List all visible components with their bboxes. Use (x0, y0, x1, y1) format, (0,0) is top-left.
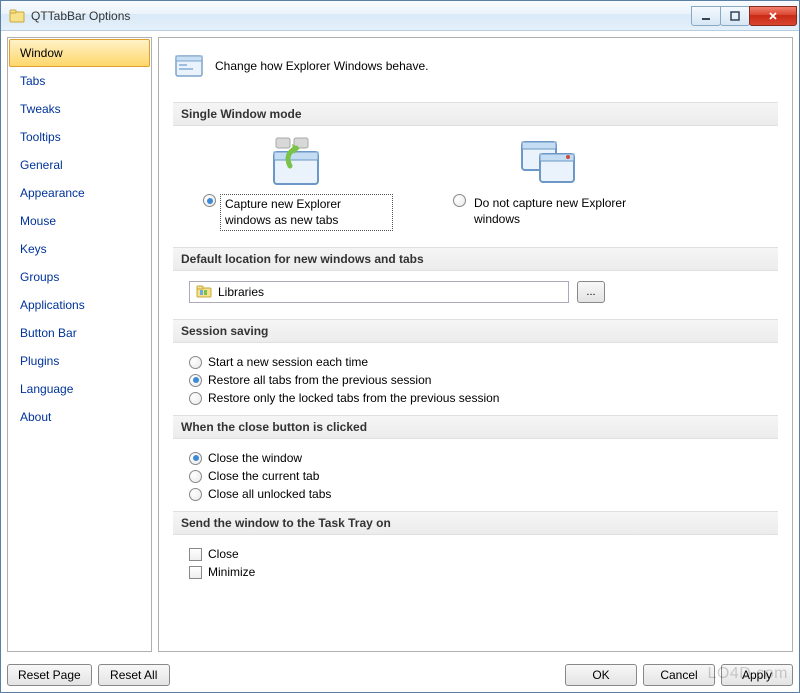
single-window-options: Capture new Explorer windows as new tabs (173, 136, 778, 231)
sidebar-item-applications[interactable]: Applications (9, 291, 150, 319)
check-label: Minimize (208, 565, 255, 579)
reset-all-button[interactable]: Reset All (98, 664, 170, 686)
sidebar-item-label: General (20, 158, 63, 172)
sidebar-item-tooltips[interactable]: Tooltips (9, 123, 150, 151)
app-icon (9, 8, 25, 24)
sidebar-item-window[interactable]: Window (9, 39, 150, 67)
sidebar-item-plugins[interactable]: Plugins (9, 347, 150, 375)
apply-button[interactable]: Apply (721, 664, 793, 686)
option-no-capture[interactable]: Do not capture new Explorer windows (453, 136, 643, 231)
radio-close-window[interactable]: Close the window (189, 449, 762, 467)
radio-label: Close the window (208, 451, 302, 465)
check-tray-minimize[interactable]: Minimize (189, 563, 762, 581)
default-location-field[interactable]: Libraries (189, 281, 569, 303)
check-tray-close[interactable]: Close (189, 545, 762, 563)
sidebar-item-label: Keys (20, 242, 47, 256)
maximize-button[interactable] (720, 6, 750, 26)
sidebar-item-label: Tweaks (20, 102, 61, 116)
radio-label: Close the current tab (208, 469, 319, 483)
no-capture-icon (516, 136, 580, 188)
sidebar-item-button-bar[interactable]: Button Bar (9, 319, 150, 347)
window-title: QTTabBar Options (31, 9, 692, 23)
section-task-tray-title: Send the window to the Task Tray on (173, 511, 778, 535)
sidebar-item-label: Applications (20, 298, 85, 312)
section-session-saving-title: Session saving (173, 319, 778, 343)
task-tray-options: Close Minimize (173, 545, 778, 581)
page-header: Change how Explorer Windows behave. (173, 50, 778, 82)
main-panel: Change how Explorer Windows behave. Sing… (158, 37, 793, 652)
sidebar-item-tabs[interactable]: Tabs (9, 67, 150, 95)
radio-restore-all[interactable]: Restore all tabs from the previous sessi… (189, 371, 762, 389)
radio-label: Start a new session each time (208, 355, 368, 369)
sidebar-item-label: Button Bar (20, 326, 77, 340)
sidebar-item-label: About (20, 410, 51, 424)
minimize-button[interactable] (691, 6, 721, 26)
sidebar-item-about[interactable]: About (9, 403, 150, 431)
sidebar: Window Tabs Tweaks Tooltips General Appe… (7, 37, 152, 652)
sidebar-item-label: Plugins (20, 354, 59, 368)
radio-new-session[interactable]: Start a new session each time (189, 353, 762, 371)
radio-icon (189, 356, 202, 369)
section-default-location-title: Default location for new windows and tab… (173, 247, 778, 271)
sidebar-item-appearance[interactable]: Appearance (9, 179, 150, 207)
sidebar-item-tweaks[interactable]: Tweaks (9, 95, 150, 123)
radio-icon (189, 470, 202, 483)
sidebar-item-label: Tooltips (20, 130, 61, 144)
close-button[interactable] (749, 6, 797, 26)
browse-button[interactable]: ... (577, 281, 605, 303)
section-close-button-title: When the close button is clicked (173, 415, 778, 439)
radio-label: Restore all tabs from the previous sessi… (208, 373, 431, 387)
session-saving-options: Start a new session each time Restore al… (173, 353, 778, 407)
radio-close-unlocked[interactable]: Close all unlocked tabs (189, 485, 762, 503)
sidebar-item-label: Window (20, 46, 63, 60)
titlebar[interactable]: QTTabBar Options (1, 1, 799, 31)
window-buttons (692, 6, 797, 26)
default-location-value: Libraries (218, 285, 264, 299)
sidebar-item-mouse[interactable]: Mouse (9, 207, 150, 235)
default-location-row: Libraries ... (173, 281, 778, 303)
section-single-window-title: Single Window mode (173, 102, 778, 126)
close-button-options: Close the window Close the current tab C… (173, 449, 778, 503)
sidebar-item-label: Language (20, 382, 73, 396)
radio-icon (189, 452, 202, 465)
cancel-button[interactable]: Cancel (643, 664, 715, 686)
window-behave-icon (173, 50, 205, 82)
reset-page-button[interactable]: Reset Page (7, 664, 92, 686)
radio-capture[interactable] (203, 194, 216, 207)
sidebar-item-label: Groups (20, 270, 59, 284)
options-window: QTTabBar Options Window Tabs Tweaks Tool… (0, 0, 800, 693)
radio-restore-locked[interactable]: Restore only the locked tabs from the pr… (189, 389, 762, 407)
radio-icon (189, 392, 202, 405)
ok-button[interactable]: OK (565, 664, 637, 686)
page-header-text: Change how Explorer Windows behave. (215, 59, 428, 73)
sidebar-item-language[interactable]: Language (9, 375, 150, 403)
sidebar-item-general[interactable]: General (9, 151, 150, 179)
option-capture-label: Capture new Explorer windows as new tabs (220, 194, 393, 231)
radio-label: Restore only the locked tabs from the pr… (208, 391, 499, 405)
libraries-icon (196, 284, 212, 301)
option-capture[interactable]: Capture new Explorer windows as new tabs (203, 136, 393, 231)
option-no-capture-label: Do not capture new Explorer windows (470, 194, 643, 229)
sidebar-item-keys[interactable]: Keys (9, 235, 150, 263)
sidebar-item-label: Appearance (20, 186, 85, 200)
sidebar-item-groups[interactable]: Groups (9, 263, 150, 291)
sidebar-item-label: Tabs (20, 74, 45, 88)
radio-icon (189, 374, 202, 387)
radio-close-current-tab[interactable]: Close the current tab (189, 467, 762, 485)
radio-no-capture[interactable] (453, 194, 466, 207)
check-label: Close (208, 547, 239, 561)
radio-label: Close all unlocked tabs (208, 487, 331, 501)
content-area: Window Tabs Tweaks Tooltips General Appe… (1, 31, 799, 658)
checkbox-icon (189, 566, 202, 579)
checkbox-icon (189, 548, 202, 561)
radio-icon (189, 488, 202, 501)
footer: Reset Page Reset All OK Cancel Apply (1, 658, 799, 692)
sidebar-item-label: Mouse (20, 214, 56, 228)
capture-icon (266, 136, 330, 188)
